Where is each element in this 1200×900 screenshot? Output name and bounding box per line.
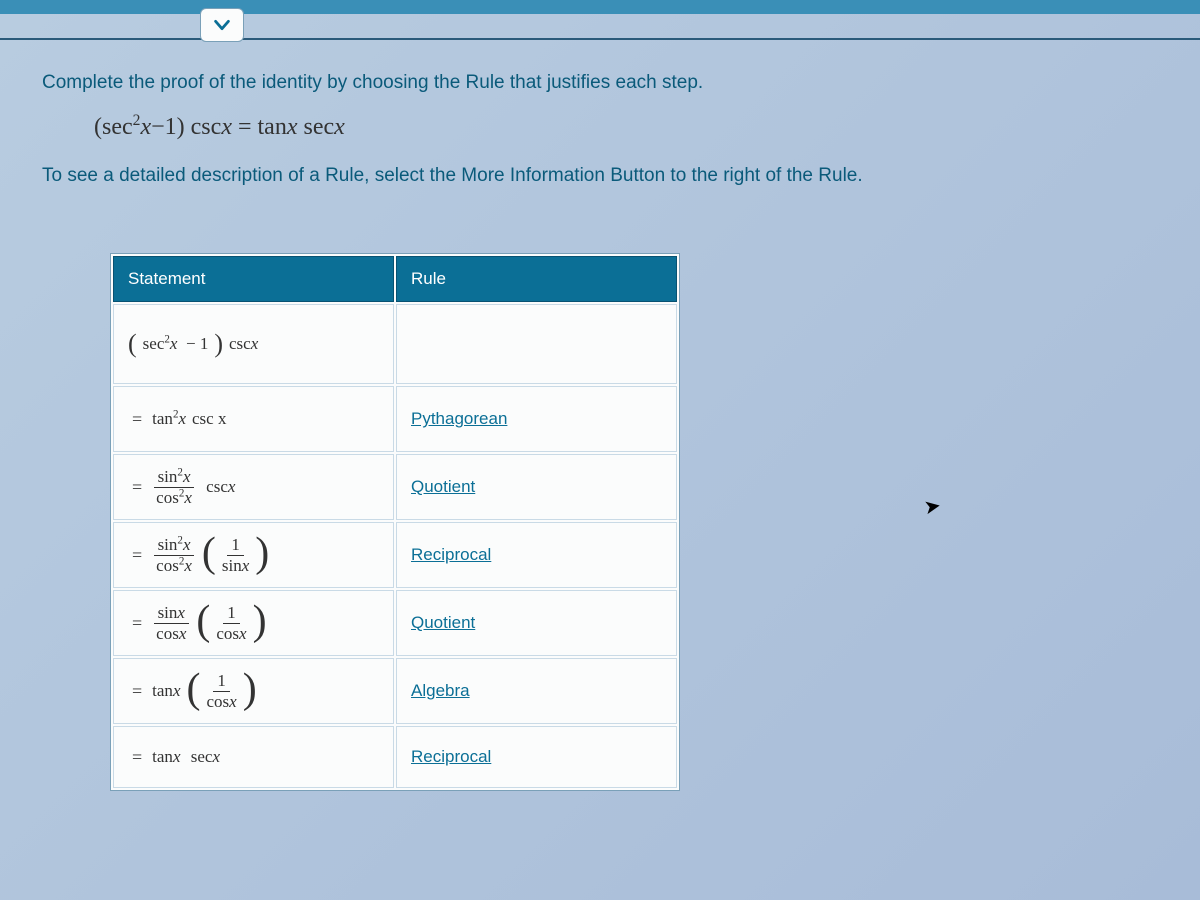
tok-tan: tan [152, 409, 173, 428]
rule-reciprocal-2[interactable]: Reciprocal [411, 747, 491, 766]
tok-x15: x [173, 747, 181, 766]
proof-table: Statement Rule ( sec2x − 1 ) cscx [110, 253, 680, 791]
tok-cos3: cos [156, 624, 179, 643]
table-header-row: Statement Rule [113, 256, 677, 302]
tok-x14: x [229, 692, 237, 711]
tok-x: x [170, 334, 178, 353]
header-rule: Rule [396, 256, 677, 302]
table-row: ( sec2x − 1 ) cscx [113, 304, 677, 384]
rule-algebra[interactable]: Algebra [411, 681, 470, 700]
tok-x2: x [251, 334, 259, 353]
tok-x11: x [179, 624, 187, 643]
rule-reciprocal[interactable]: Reciprocal [411, 545, 491, 564]
prompt-line-1: Complete the proof of the identity by ch… [42, 68, 1158, 98]
tok-csc2: csc [206, 477, 228, 496]
rule-cell: Quotient [396, 454, 677, 520]
tok-eq2: = [132, 477, 142, 498]
tok-x12: x [239, 624, 247, 643]
identity-equation: (sec2x−1) cscx = tanx secx [94, 108, 1158, 146]
tok-1d: 1 [213, 672, 230, 692]
rule-cell: Reciprocal [396, 522, 677, 588]
tok-cos4: cos [216, 624, 239, 643]
rule-cell: Reciprocal [396, 726, 677, 788]
statement-cell: = tan2x csc x [113, 386, 394, 452]
prompt-text: Complete the proof of the identity by ch… [42, 68, 1158, 191]
tok-x16: x [212, 747, 220, 766]
expand-button[interactable] [200, 8, 244, 42]
tok-sec2: sec [191, 747, 213, 766]
rule-pythagorean[interactable]: Pythagorean [411, 409, 507, 428]
tok-sin4: sin [158, 603, 178, 622]
paren-open: ( [94, 114, 102, 140]
rule-cell: Quotient [396, 590, 677, 656]
tok-x9: x [242, 556, 250, 575]
tok-x7: x [183, 535, 191, 554]
tok-tan2: tan [152, 681, 173, 700]
var-x3: x [287, 114, 298, 140]
tok-cos: cos [156, 488, 179, 507]
tok-1c: 1 [223, 604, 240, 624]
fn-csc: csc [185, 114, 222, 140]
var-x4: x [334, 114, 345, 140]
tok-x5: x [184, 488, 192, 507]
tok-sin: sin [158, 467, 178, 486]
table-row: = sinx cosx 1 cosx [113, 590, 677, 656]
equals-tan: = tan [238, 114, 287, 140]
statement-cell: = tanx secx [113, 726, 394, 788]
tok-eq4: = [132, 613, 142, 634]
tok-x3: x [178, 409, 186, 428]
header-statement: Statement [113, 256, 394, 302]
fn-sec2: sec [297, 114, 334, 140]
tok-sin2: sin [158, 535, 178, 554]
table-row: = tanx 1 cosx Algebra [113, 658, 677, 724]
paren-close: ) [177, 114, 185, 140]
prompt-line-2: To see a detailed description of a Rule,… [42, 161, 1158, 191]
tok-x10: x [177, 603, 185, 622]
statement-cell: ( sec2x − 1 ) cscx [113, 304, 394, 384]
table-row: = tanx secx Reciprocal [113, 726, 677, 788]
tok-eq3: = [132, 545, 142, 566]
minus-one: −1 [151, 114, 177, 140]
table-row: = tan2x csc x Pythagorean [113, 386, 677, 452]
tok-eq5: = [132, 681, 142, 702]
rule-quotient[interactable]: Quotient [411, 477, 475, 496]
table-row: = sin2x cos2x cscx Quotient [113, 454, 677, 520]
page-body: Complete the proof of the identity by ch… [0, 40, 1200, 791]
tok-csc: csc [229, 334, 251, 353]
tok-cscx: csc x [192, 409, 226, 429]
top-bar [0, 0, 1200, 40]
tok-eq6: = [132, 747, 142, 768]
statement-cell: = sinx cosx 1 cosx [113, 590, 394, 656]
tok-cos5: cos [206, 692, 229, 711]
rule-quotient-2[interactable]: Quotient [411, 613, 475, 632]
rule-cell: Algebra [396, 658, 677, 724]
statement-cell: = sin2x cos2x 1 sinx [113, 522, 394, 588]
tok-sec: sec [143, 334, 165, 353]
tok-minus: − [186, 334, 196, 353]
tok-sin3: sin [222, 556, 242, 575]
tok-cos2: cos [156, 556, 179, 575]
chevron-down-icon [211, 14, 233, 36]
tok-x6: x [228, 477, 236, 496]
fn-sec: sec [102, 114, 133, 140]
tok-1: 1 [200, 334, 209, 353]
var-x2: x [221, 114, 232, 140]
tok-x4: x [183, 467, 191, 486]
tok-x8: x [184, 556, 192, 575]
tok-eq: = [132, 409, 142, 430]
statement-cell: = tanx 1 cosx [113, 658, 394, 724]
tok-1b: 1 [227, 536, 244, 556]
table-row: = sin2x cos2x 1 sinx [113, 522, 677, 588]
statement-cell: = sin2x cos2x cscx [113, 454, 394, 520]
var-x: x [140, 114, 151, 140]
rule-cell [396, 304, 677, 384]
tok-tan3: tan [152, 747, 173, 766]
tok-x13: x [173, 681, 181, 700]
rule-cell: Pythagorean [396, 386, 677, 452]
